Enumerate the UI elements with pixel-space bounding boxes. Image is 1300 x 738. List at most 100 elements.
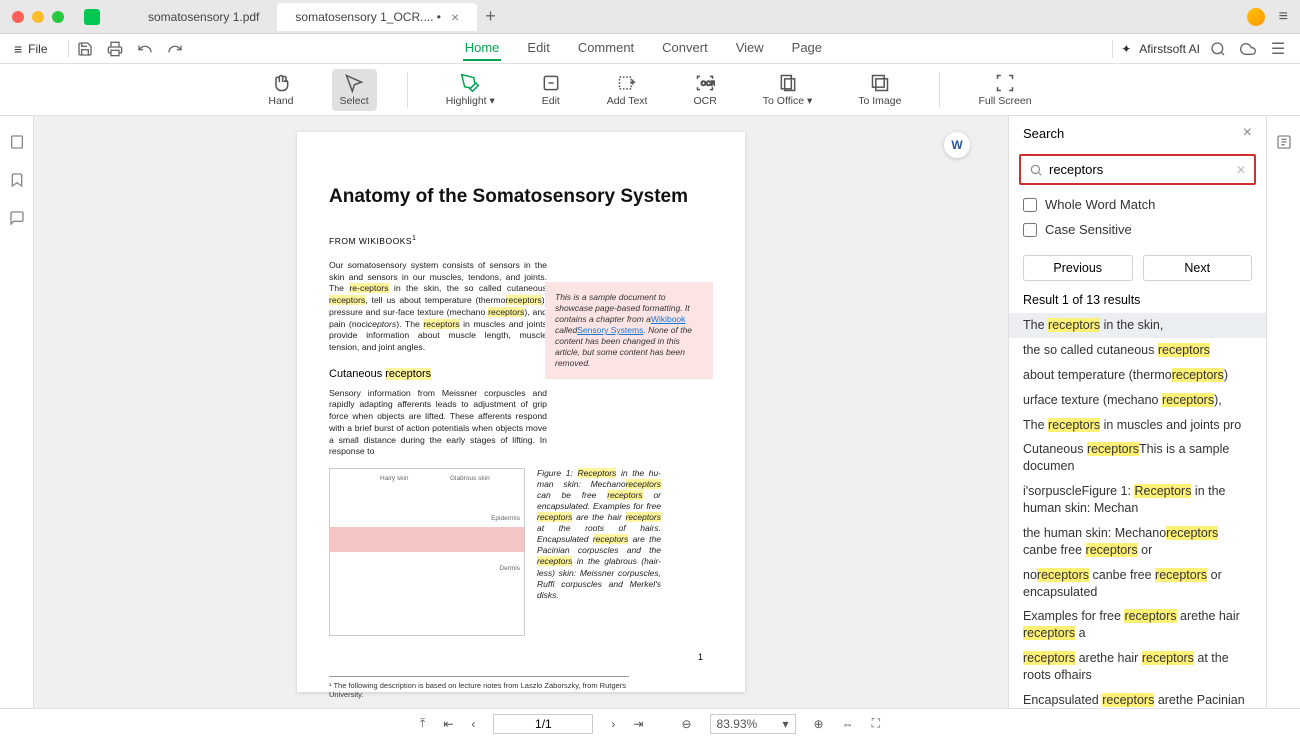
search-result-item[interactable]: urface texture (mechano receptors), (1009, 388, 1266, 413)
zoom-select[interactable]: 83.93%▾ (710, 714, 796, 734)
tool-ocr[interactable]: OCR OCR (685, 69, 724, 111)
figure-caption: Figure 1: Receptors in the hu-man skin: … (537, 468, 661, 636)
document-viewport[interactable]: W Anatomy of the Somatosensory System FR… (34, 116, 1008, 708)
tool-select[interactable]: Select (332, 69, 377, 111)
footnote: ¹ The following description is based on … (329, 676, 629, 699)
maximize-window-icon[interactable] (52, 11, 64, 23)
svg-text:OCR: OCR (701, 80, 715, 87)
doc-title: Anatomy of the Somatosensory System (329, 186, 713, 208)
word-export-badge[interactable]: W (944, 132, 970, 158)
add-text-icon (617, 73, 637, 93)
clear-search-icon[interactable]: ✕ (1236, 163, 1246, 177)
next-page-icon[interactable]: › (611, 717, 615, 731)
page-number: 1 (698, 652, 703, 662)
menu-page[interactable]: Page (790, 36, 824, 61)
prev-page-icon[interactable]: ‹ (471, 717, 475, 731)
left-sidebar (0, 116, 34, 708)
search-panel-title: Search (1023, 126, 1064, 141)
tool-edit[interactable]: Edit (533, 69, 569, 111)
undo-icon[interactable] (137, 41, 153, 57)
wikibook-link[interactable]: Wikibook (651, 314, 685, 324)
first-page-icon[interactable]: ⇤ (443, 717, 453, 731)
search-panel: Search × ✕ Whole Word Match Case Sensiti… (1008, 116, 1266, 708)
titlebar: somatosensory 1.pdf somatosensory 1_OCR.… (0, 0, 1300, 34)
ai-button[interactable]: ✦ Afirstsoft AI (1121, 42, 1200, 56)
right-sidebar (1266, 116, 1300, 708)
search-result-item[interactable]: about temperature (thermoreceptors) (1009, 363, 1266, 388)
bookmarks-icon[interactable] (9, 172, 25, 188)
user-avatar[interactable] (1247, 8, 1265, 26)
sample-note-box: This is a sample document to showcase pa… (545, 282, 713, 379)
search-result-item[interactable]: Cutaneous receptorsThis is a sample docu… (1009, 437, 1266, 479)
fit-page-icon[interactable]: ⛶ (872, 716, 880, 731)
tab-doc-2[interactable]: somatosensory 1_OCR.... • × (277, 3, 477, 31)
results-count: Result 1 of 13 results (1009, 287, 1266, 313)
comments-icon[interactable] (9, 210, 25, 226)
menu-comment[interactable]: Comment (576, 36, 636, 61)
search-result-item[interactable]: Examples for free receptors arethe hair … (1009, 604, 1266, 646)
menu-home[interactable]: Home (463, 36, 502, 61)
search-result-item[interactable]: noreceptors canbe free receptors or enca… (1009, 563, 1266, 605)
tool-highlight[interactable]: Highlight ▾ (438, 69, 503, 111)
close-tab-icon[interactable]: × (451, 9, 459, 25)
zoom-in-icon[interactable]: ⊕ (814, 717, 824, 731)
tool-hand[interactable]: Hand (260, 69, 301, 111)
search-input[interactable] (1049, 162, 1230, 177)
search-input-box[interactable]: ✕ (1019, 154, 1256, 185)
magnifier-icon (1029, 163, 1043, 177)
tool-add-text[interactable]: Add Text (599, 69, 656, 111)
tool-fullscreen[interactable]: Full Screen (970, 69, 1039, 111)
image-icon (870, 73, 890, 93)
new-tab-button[interactable]: + (485, 6, 496, 27)
app-logo (84, 9, 100, 25)
tool-to-office[interactable]: To Office ▾ (755, 69, 820, 111)
whole-word-option[interactable]: Whole Word Match (1023, 197, 1252, 212)
sensory-systems-link[interactable]: Sensory Systems (577, 325, 643, 335)
redo-icon[interactable] (167, 41, 183, 57)
figure-image: Hairy skin Glabrous skin Epidermis Dermi… (329, 468, 525, 636)
next-button[interactable]: Next (1143, 255, 1253, 281)
last-page-icon[interactable]: ⇥ (633, 717, 643, 731)
hand-icon (271, 73, 291, 93)
case-sensitive-checkbox[interactable] (1023, 223, 1037, 237)
paragraph-2: Sensory information from Meissner corpus… (329, 388, 547, 458)
pdf-page: Anatomy of the Somatosensory System FROM… (297, 132, 745, 692)
app-menu-icon[interactable]: ≡ (1279, 8, 1288, 26)
doc-source: FROM WIKIBOOKS1 (329, 234, 713, 246)
file-menu[interactable]: ≡File (14, 41, 48, 57)
highlighter-icon (460, 73, 480, 93)
search-result-item[interactable]: the human skin: Mechanoreceptors canbe f… (1009, 521, 1266, 563)
whole-word-checkbox[interactable] (1023, 198, 1037, 212)
print-icon[interactable] (107, 41, 123, 57)
search-icon[interactable] (1210, 41, 1226, 57)
search-result-item[interactable]: The receptors in muscles and joints pro (1009, 413, 1266, 438)
search-result-item[interactable]: The receptors in the skin, (1009, 313, 1266, 338)
document-tabs: somatosensory 1.pdf somatosensory 1_OCR.… (130, 3, 1247, 31)
settings-lines-icon[interactable]: ☰ (1270, 41, 1286, 57)
statusbar: ⤒ ⇤ ‹ › ⇥ ⊖ 83.93%▾ ⊕ ⇔ ⛶ (0, 708, 1300, 738)
fullscreen-icon (995, 73, 1015, 93)
close-search-icon[interactable]: × (1243, 124, 1252, 142)
previous-button[interactable]: Previous (1023, 255, 1133, 281)
minimize-window-icon[interactable] (32, 11, 44, 23)
search-result-item[interactable]: receptors arethe hair receptors at the r… (1009, 646, 1266, 688)
cloud-icon[interactable] (1240, 41, 1256, 57)
close-window-icon[interactable] (12, 11, 24, 23)
page-number-input[interactable] (493, 714, 593, 734)
case-sensitive-option[interactable]: Case Sensitive (1023, 222, 1252, 237)
zoom-out-icon[interactable]: ⊖ (681, 717, 691, 731)
tab-doc-1[interactable]: somatosensory 1.pdf (130, 4, 277, 30)
fit-width-icon[interactable]: ⇔ (842, 717, 854, 731)
properties-icon[interactable] (1276, 134, 1292, 150)
search-results-list: The receptors in the skin, the so called… (1009, 313, 1266, 708)
scroll-top-icon[interactable]: ⤒ (420, 716, 425, 731)
menu-edit[interactable]: Edit (525, 36, 551, 61)
menu-view[interactable]: View (734, 36, 766, 61)
tool-to-image[interactable]: To Image (850, 69, 909, 111)
search-result-item[interactable]: i'sorpuscleFigure 1: Receptors in the hu… (1009, 479, 1266, 521)
menu-convert[interactable]: Convert (660, 36, 710, 61)
thumbnails-icon[interactable] (9, 134, 25, 150)
search-result-item[interactable]: Encapsulated receptors arethe Pacinian c… (1009, 688, 1266, 708)
search-result-item[interactable]: the so called cutaneous receptors (1009, 338, 1266, 363)
save-icon[interactable] (77, 41, 93, 57)
